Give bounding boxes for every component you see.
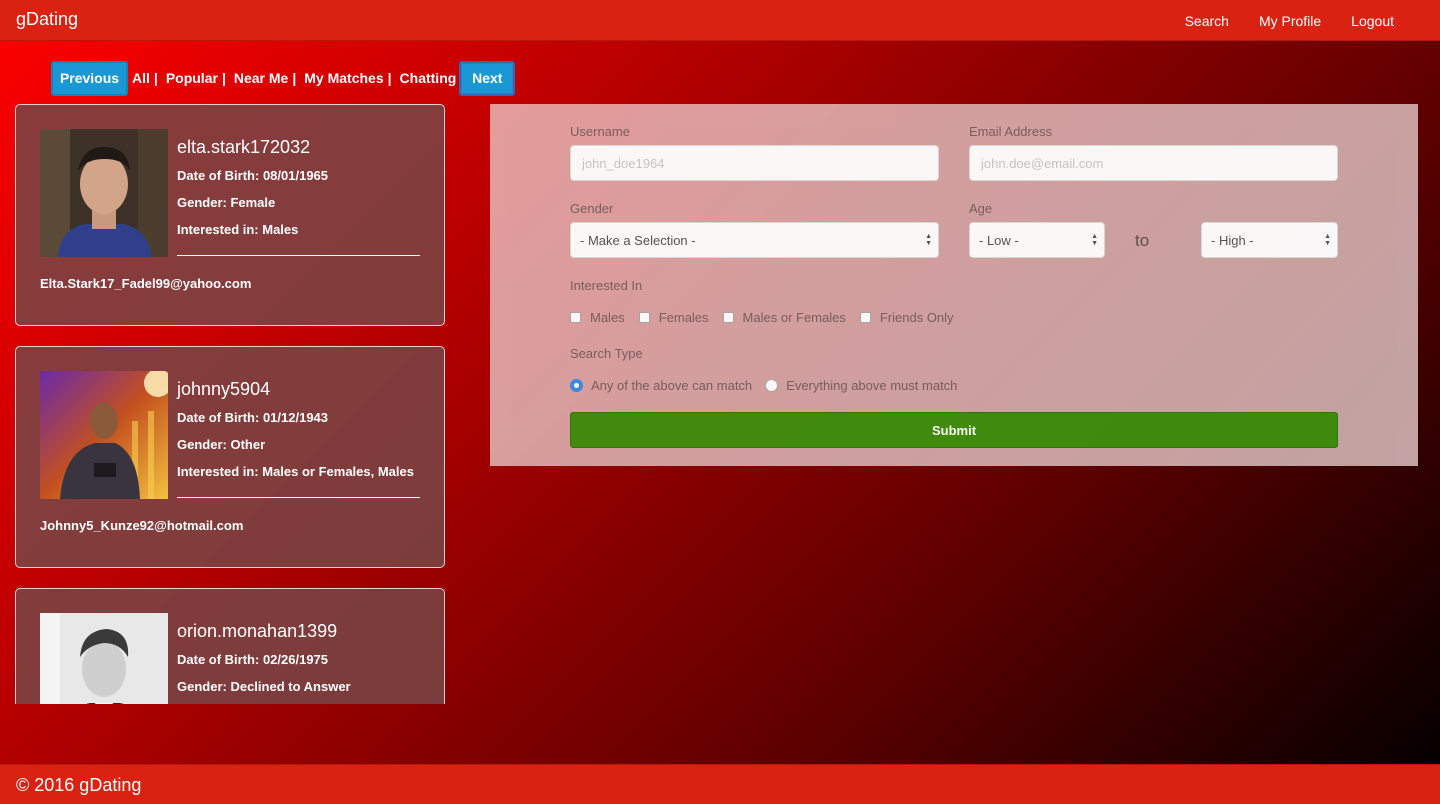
interested-males-checkbox[interactable]	[570, 312, 581, 323]
gender-select-value: - Make a Selection -	[580, 232, 696, 248]
search-type-any-radio[interactable]	[570, 379, 583, 392]
gender-select[interactable]: - Make a Selection - ▲ ▼	[570, 222, 939, 258]
interested-females-checkbox[interactable]	[638, 312, 650, 323]
footer-copyright: © 2016 gDating	[16, 775, 142, 795]
checkbox-label: Females	[658, 310, 709, 325]
filter-link-my-matches[interactable]: My Matches	[304, 70, 383, 86]
interested-females-option[interactable]: Females	[638, 310, 709, 325]
brand-logo[interactable]: gDating	[16, 9, 78, 30]
search-form: Username Email Address Gender - Make a S…	[490, 104, 1418, 466]
checkbox-label: Males or Females	[742, 310, 846, 325]
select-arrows-icon: ▲ ▼	[925, 233, 932, 247]
top-navbar: gDating Search My Profile Logout	[0, 0, 1440, 41]
search-type-label: Search Type	[570, 346, 643, 361]
profile-interested-in: Interested in: Males	[177, 222, 299, 237]
filter-bar: Previous All | Popular | Near Me | My Ma…	[51, 60, 516, 96]
profile-gender: Gender: Other	[177, 437, 266, 452]
radio-label: Everything above must match	[786, 378, 958, 393]
profile-photo[interactable]	[40, 371, 168, 499]
profile-email: Johnny5_Kunze92@hotmail.com	[40, 518, 244, 533]
interested-friends-only-option[interactable]: Friends Only	[859, 310, 954, 325]
gender-label: Gender	[570, 201, 614, 216]
footer: © 2016 gDating	[0, 764, 1440, 804]
interested-males-option[interactable]: Males	[570, 310, 625, 325]
select-arrows-icon: ▲ ▼	[1091, 233, 1098, 247]
profile-email: Elta.Stark17_Fadel99@yahoo.com	[40, 276, 252, 291]
username-label: Username	[570, 124, 630, 139]
profile-dob: Date of Birth: 02/26/1975	[177, 652, 329, 667]
search-type-options: Any of the above can match Everything ab…	[570, 378, 970, 393]
filter-separator: |	[292, 70, 297, 86]
submit-button[interactable]: Submit	[570, 412, 1338, 448]
card-divider	[177, 497, 420, 498]
age-low-select[interactable]: - Low - ▲ ▼	[969, 222, 1105, 258]
email-input[interactable]	[969, 145, 1338, 181]
profile-username[interactable]: johnny5904	[177, 379, 270, 400]
nav-link-my-profile[interactable]: My Profile	[1259, 13, 1321, 29]
search-type-all-radio[interactable]	[765, 379, 779, 392]
profile-gender: Gender: Female	[177, 195, 276, 210]
profile-username[interactable]: elta.stark172032	[177, 137, 310, 158]
search-type-any-option[interactable]: Any of the above can match	[570, 378, 752, 393]
checkbox-label: Males	[590, 310, 625, 325]
filter-link-chatting[interactable]: Chatting	[400, 70, 457, 86]
interested-in-options: Males Females Males or Females Friends O…	[570, 310, 968, 325]
age-high-value: - High -	[1211, 232, 1254, 248]
username-input[interactable]	[570, 145, 939, 181]
nav-links: Search My Profile Logout	[1185, 0, 1440, 41]
radio-label: Any of the above can match	[591, 378, 753, 393]
checkbox-label: Friends Only	[879, 310, 954, 325]
filter-link-popular[interactable]: Popular	[166, 70, 218, 86]
card-divider	[177, 255, 420, 256]
filter-separator: |	[387, 70, 392, 86]
filter-link-all[interactable]: All	[132, 70, 150, 86]
email-label: Email Address	[969, 124, 1053, 139]
profile-card[interactable]: orion.monahan1399 Date of Birth: 02/26/1…	[15, 588, 445, 704]
next-button[interactable]: Next	[459, 60, 516, 96]
select-arrows-icon: ▲ ▼	[1324, 233, 1331, 247]
nav-link-logout[interactable]: Logout	[1351, 13, 1394, 29]
profile-dob: Date of Birth: 01/12/1943	[177, 410, 329, 425]
interested-males-or-females-option[interactable]: Males or Females	[722, 310, 846, 325]
search-type-all-option[interactable]: Everything above must match	[765, 378, 957, 393]
age-low-value: - Low -	[979, 232, 1019, 248]
profile-card[interactable]: elta.stark172032 Date of Birth: 08/01/19…	[15, 104, 445, 326]
filter-separator: |	[153, 70, 158, 86]
interested-friends-only-checkbox[interactable]	[859, 312, 871, 323]
nav-link-search[interactable]: Search	[1185, 13, 1229, 29]
profile-photo[interactable]	[40, 129, 168, 257]
profile-interested-in: Interested in: Males or Females, Males	[177, 464, 414, 479]
profile-dob: Date of Birth: 08/01/1965	[177, 168, 329, 183]
profile-photo[interactable]	[40, 613, 168, 704]
age-high-select[interactable]: - High - ▲ ▼	[1201, 222, 1338, 258]
profile-list[interactable]: elta.stark172032 Date of Birth: 08/01/19…	[15, 104, 445, 704]
profile-username[interactable]: orion.monahan1399	[177, 621, 337, 642]
previous-button[interactable]: Previous	[51, 60, 128, 96]
interested-in-label: Interested In	[570, 278, 643, 293]
profile-gender: Gender: Declined to Answer	[177, 679, 351, 694]
interested-males-or-females-checkbox[interactable]	[722, 312, 734, 323]
filter-link-near-me[interactable]: Near Me	[234, 70, 288, 86]
age-label: Age	[969, 201, 993, 216]
profile-card[interactable]: johnny5904 Date of Birth: 01/12/1943 Gen…	[15, 346, 445, 568]
age-to-label: to	[1135, 231, 1150, 250]
filter-separator: |	[221, 70, 226, 86]
